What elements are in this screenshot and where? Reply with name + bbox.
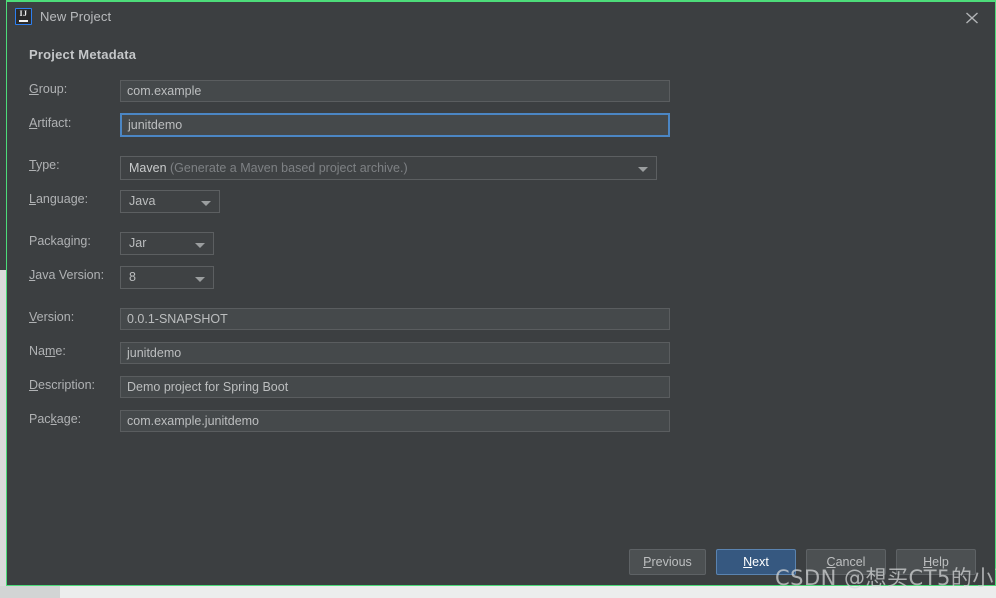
label-project-name-post: e: xyxy=(55,344,66,358)
input-package[interactable]: com.example.junitdemo xyxy=(120,410,670,432)
intellij-idea-icon-text: IJ xyxy=(19,9,28,18)
label-description-post: escription: xyxy=(38,378,96,392)
chevron-down-icon[interactable] xyxy=(201,201,211,206)
previous-button-label-post: revious xyxy=(651,555,692,569)
label-group-mnemonic: G xyxy=(29,82,39,96)
chevron-down-icon[interactable] xyxy=(638,167,648,172)
form-row-group: Group: com.example xyxy=(7,80,996,102)
dropdown-packaging[interactable]: Jar xyxy=(120,232,214,255)
label-group: Group: xyxy=(29,82,67,96)
label-type-post: ype: xyxy=(35,158,60,172)
label-type: Type: xyxy=(29,158,60,172)
form-row-project-name: Name: junitdemo xyxy=(7,342,996,364)
label-packaging-pre: Packa xyxy=(29,234,64,248)
close-icon[interactable] xyxy=(961,8,983,28)
dropdown-language[interactable]: Java xyxy=(120,190,220,213)
dialog-title-bar[interactable]: IJ New Project xyxy=(7,2,995,33)
label-language: Language: xyxy=(29,192,88,206)
cancel-button[interactable]: Cancel xyxy=(806,549,886,575)
label-language-mnemonic: L xyxy=(29,192,36,206)
label-project-name-pre: Na xyxy=(29,344,45,358)
input-project-name-value: junitdemo xyxy=(127,346,182,360)
dialog-button-bar: Previous Next Cancel Help xyxy=(7,549,996,579)
desktop-backdrop-bottom-accent xyxy=(0,586,60,598)
dropdown-java-version[interactable]: 8 xyxy=(120,266,214,289)
label-group-post: roup: xyxy=(38,82,68,96)
window-title: New Project xyxy=(40,9,112,24)
input-artifact-value: junitdemo xyxy=(128,118,183,132)
help-button-mnemonic: H xyxy=(923,555,933,569)
label-artifact-post: rtifact: xyxy=(37,116,72,130)
label-java-version-post: ava Version: xyxy=(35,268,105,282)
cancel-button-label-post: ancel xyxy=(835,555,866,569)
input-description-value: Demo project for Spring Boot xyxy=(127,380,289,394)
form-row-packaging: Packaging: Jar xyxy=(7,232,996,255)
label-description: Description: xyxy=(29,378,95,392)
desktop-backdrop-bottom xyxy=(0,586,996,598)
label-artifact: Artifact: xyxy=(29,116,71,130)
input-group-value: com.example xyxy=(127,84,202,98)
form-row-version: Version: 0.0.1-SNAPSHOT xyxy=(7,308,996,330)
form-row-artifact: Artifact: junitdemo xyxy=(7,113,996,137)
form-row-description: Description: Demo project for Spring Boot xyxy=(7,376,996,398)
intellij-idea-icon: IJ xyxy=(15,8,32,25)
next-button[interactable]: Next xyxy=(716,549,796,575)
input-artifact[interactable]: junitdemo xyxy=(120,113,670,137)
chevron-down-icon[interactable] xyxy=(195,243,205,248)
dropdown-java-version-value: 8 xyxy=(129,270,136,284)
dropdown-type-hint: (Generate a Maven based project archive.… xyxy=(170,161,408,175)
label-package: Package: xyxy=(29,412,81,426)
cancel-button-mnemonic: C xyxy=(826,555,836,569)
dropdown-packaging-value: Jar xyxy=(129,236,147,250)
form-row-package: Package: com.example.junitdemo xyxy=(7,410,996,432)
help-button[interactable]: Help xyxy=(896,549,976,575)
form-row-java-version: Java Version: 8 xyxy=(7,266,996,289)
label-package-pre: Pac xyxy=(29,412,51,426)
input-group[interactable]: com.example xyxy=(120,80,670,102)
form-row-language: Language: Java xyxy=(7,190,996,213)
label-language-post: anguage: xyxy=(35,192,89,206)
previous-button[interactable]: Previous xyxy=(629,549,706,575)
form-row-type: Type: Maven (Generate a Maven based proje… xyxy=(7,156,996,180)
next-button-mnemonic: N xyxy=(743,555,753,569)
label-packaging: Packaging: xyxy=(29,234,91,248)
input-version-value: 0.0.1-SNAPSHOT xyxy=(127,312,228,326)
chevron-down-icon[interactable] xyxy=(195,277,205,282)
input-project-name[interactable]: junitdemo xyxy=(120,342,670,364)
label-project-name: Name: xyxy=(29,344,66,358)
new-project-dialog: IJ New Project Project Metadata Group: co… xyxy=(6,0,996,590)
label-package-post: age: xyxy=(56,412,82,426)
input-package-value: com.example.junitdemo xyxy=(127,414,260,428)
label-packaging-post: ing: xyxy=(70,234,91,248)
help-button-label-post: elp xyxy=(932,555,949,569)
dropdown-language-value: Java xyxy=(129,194,156,208)
page-title: Project Metadata xyxy=(29,47,137,62)
label-project-name-mnemonic: m xyxy=(44,344,56,358)
dropdown-type[interactable]: Maven (Generate a Maven based project ar… xyxy=(120,156,657,180)
input-version[interactable]: 0.0.1-SNAPSHOT xyxy=(120,308,670,330)
dropdown-type-value: Maven xyxy=(129,161,167,175)
label-description-mnemonic: D xyxy=(29,378,39,392)
intellij-idea-icon-bar xyxy=(19,20,28,22)
label-packaging-mnemonic: g xyxy=(63,234,71,248)
label-java-version: Java Version: xyxy=(29,268,104,282)
next-button-label-post: ext xyxy=(752,555,769,569)
label-version-post: ersion: xyxy=(36,310,75,324)
label-type-mnemonic: T xyxy=(29,158,36,172)
input-description[interactable]: Demo project for Spring Boot xyxy=(120,376,670,398)
previous-button-mnemonic: P xyxy=(643,555,652,569)
label-version: Version: xyxy=(29,310,74,324)
label-version-mnemonic: V xyxy=(29,310,37,324)
